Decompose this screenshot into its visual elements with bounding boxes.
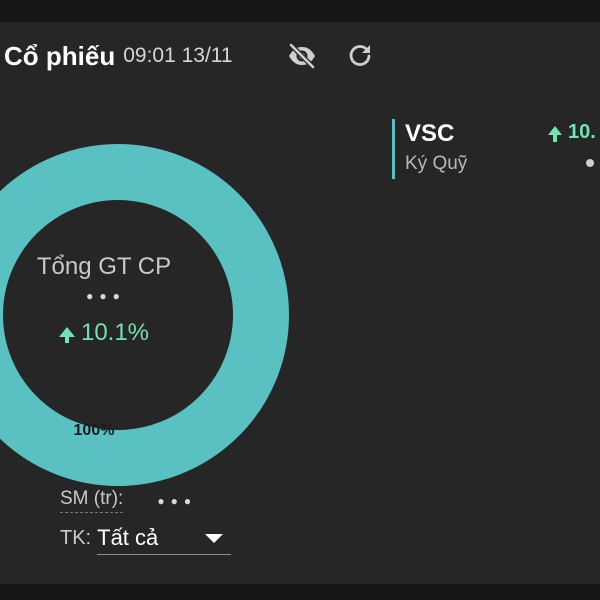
account-select[interactable]: Tất cả	[97, 522, 232, 555]
total-change: 10.1%	[0, 319, 302, 347]
legend-ticker: VSC	[405, 120, 455, 147]
page-title: Cổ phiếu	[4, 41, 116, 71]
donut-slice-vsc[interactable]	[0, 144, 289, 486]
total-change-value: 10.1%	[80, 319, 150, 346]
account-label: TK:	[60, 527, 92, 549]
purchasing-power-label: SM (tr):	[60, 488, 124, 513]
app-root: Cổ phiếu 09:01 13/11 Tổng GT CP ●●● 10.1…	[0, 0, 600, 600]
total-value-hidden: ●●●	[86, 289, 126, 303]
donut-svg	[0, 144, 289, 486]
legend-change: 10.	[548, 121, 596, 144]
toggle-visibility-button[interactable]	[286, 40, 318, 72]
legend-value-hidden-dot	[586, 159, 594, 167]
arrow-up-icon	[548, 126, 562, 142]
legend-change-value: 10.	[568, 121, 596, 143]
total-value-label: Tổng GT CP	[36, 253, 172, 280]
panel-header: Cổ phiếu 09:01 13/11	[0, 36, 233, 76]
portfolio-donut-chart[interactable]: Tổng GT CP ●●● 10.1% 100%	[0, 117, 316, 513]
eye-off-icon	[289, 43, 315, 69]
legend-item-vsc[interactable]: VSC Ký Quỹ	[392, 119, 467, 179]
slice-percent-label: 100%	[73, 422, 115, 439]
update-timestamp: 09:01 13/11	[123, 44, 233, 67]
refresh-icon	[349, 45, 371, 66]
purchasing-power-hidden: ●●●	[157, 493, 198, 508]
purchasing-power-row: SM (tr): ●●●	[60, 488, 197, 513]
portfolio-panel: Cổ phiếu 09:01 13/11 Tổng GT CP ●●● 10.1…	[0, 22, 600, 584]
refresh-button[interactable]	[344, 40, 376, 72]
legend-account-type: Ký Quỹ	[405, 153, 468, 174]
chevron-down-icon	[205, 533, 224, 543]
account-select-value: Tất cả	[97, 525, 159, 550]
arrow-up-icon	[58, 327, 75, 343]
account-row: TK: Tất cả	[60, 522, 232, 555]
